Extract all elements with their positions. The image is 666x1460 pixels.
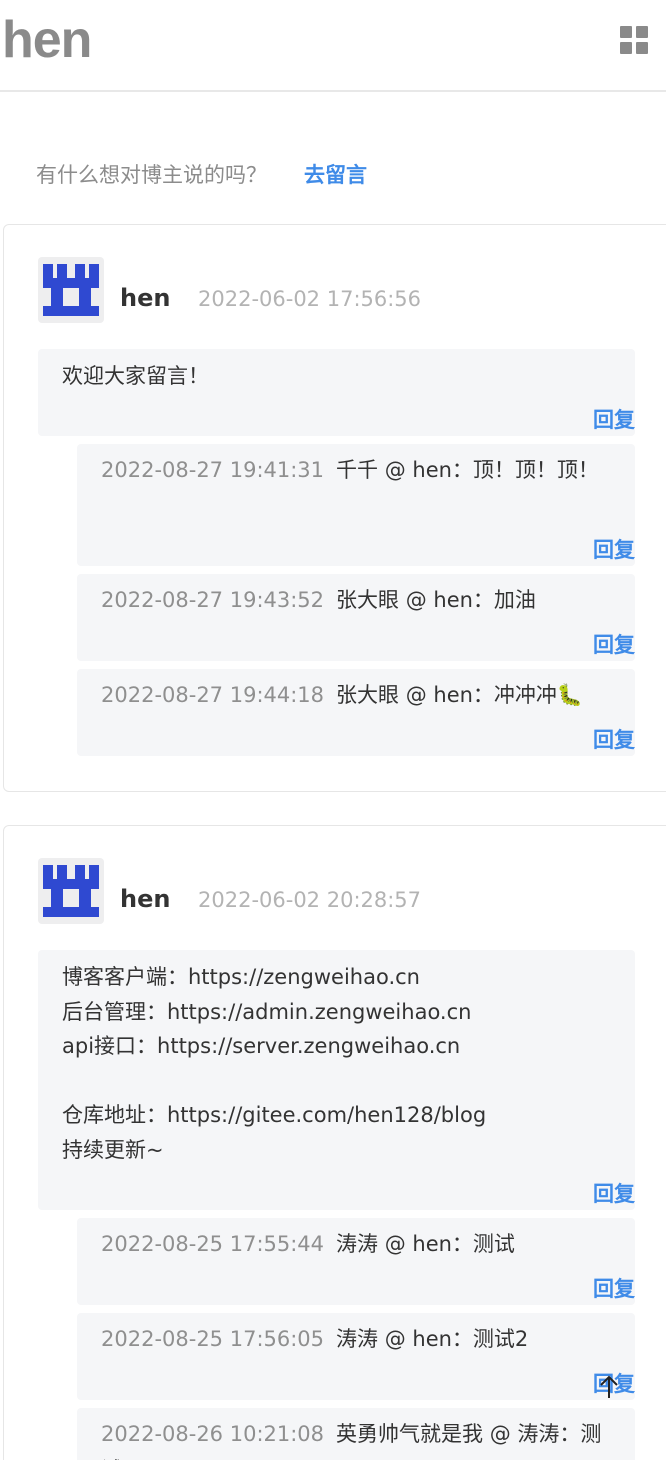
- reply-time: 2022-08-27 19:41:31: [101, 458, 325, 482]
- author-name: hen: [120, 885, 171, 913]
- reply-item: 2022-08-27 19:43:52 张大眼 @ hen：加油 回复: [77, 574, 635, 661]
- message-text: 欢迎大家留言！: [62, 364, 209, 388]
- reply-text: 2022-08-27 19:44:18 张大眼 @ hen：冲冲冲🐛: [101, 677, 621, 713]
- message-text: 博客客户端：https://zengweihao.cn 后台管理：https:/…: [62, 965, 487, 1162]
- grid-menu-icon[interactable]: [620, 26, 650, 56]
- message-prompt: 有什么想对博主说的吗？: [36, 163, 267, 187]
- arrow-up-icon: [600, 1375, 618, 1398]
- reply-content: 涛涛 @ hen：测试: [336, 1232, 515, 1256]
- reply-button[interactable]: 回复: [593, 726, 635, 754]
- avatar-logo-icon: [43, 865, 99, 917]
- reply-item: 2022-08-26 10:21:08英勇帅气就是我 @ 涛涛：测试2: [77, 1408, 635, 1460]
- back-to-top-button[interactable]: [598, 1374, 620, 1400]
- site-logo[interactable]: hen: [2, 10, 92, 70]
- message-card: hen 2022-06-02 20:28:57 博客客户端：https://ze…: [3, 825, 666, 1460]
- reply-time: 2022-08-27 19:43:52: [101, 588, 325, 612]
- reply-time: 2022-08-27 19:44:18: [101, 683, 325, 707]
- reply-button[interactable]: 回复: [593, 1180, 635, 1208]
- reply-button[interactable]: 回复: [593, 536, 635, 564]
- header: hen: [0, 0, 666, 92]
- reply-content: 涛涛 @ hen：测试2: [336, 1327, 529, 1351]
- leave-message-link[interactable]: 去留言: [304, 160, 367, 190]
- message-content: 欢迎大家留言！ 回复: [38, 349, 635, 436]
- reply-time: 2022-08-25 17:56:05: [101, 1327, 325, 1351]
- avatar: [38, 257, 104, 323]
- reply-text: 2022-08-25 17:55:44 涛涛 @ hen：测试: [101, 1226, 621, 1262]
- reply-text: 2022-08-26 10:21:08英勇帅气就是我 @ 涛涛：测试2: [101, 1416, 621, 1460]
- reply-content: 张大眼 @ hen：加油: [336, 588, 536, 612]
- message-content: 博客客户端：https://zengweihao.cn 后台管理：https:/…: [38, 950, 635, 1210]
- reply-content: 千千 @ hen：顶！顶！顶！: [336, 458, 599, 482]
- reply-text: 2022-08-27 19:43:52 张大眼 @ hen：加油: [101, 582, 621, 618]
- message-card: hen 2022-06-02 17:56:56 欢迎大家留言！ 回复 2022-…: [3, 224, 666, 792]
- post-time: 2022-06-02 20:28:57: [198, 888, 422, 912]
- author-name: hen: [120, 284, 171, 312]
- reply-item: 2022-08-27 19:41:31 千千 @ hen：顶！顶！顶！ 回复: [77, 444, 635, 566]
- reply-button[interactable]: 回复: [593, 406, 635, 434]
- avatar: [38, 858, 104, 924]
- reply-item: 2022-08-25 17:56:05 涛涛 @ hen：测试2 回复: [77, 1313, 635, 1400]
- reply-button[interactable]: 回复: [593, 1275, 635, 1303]
- avatar-logo-icon: [43, 264, 99, 316]
- reply-item: 2022-08-27 19:44:18 张大眼 @ hen：冲冲冲🐛 回复: [77, 669, 635, 756]
- reply-time: 2022-08-26 10:21:08: [101, 1422, 325, 1446]
- post-time: 2022-06-02 17:56:56: [198, 287, 422, 311]
- reply-time: 2022-08-25 17:55:44: [101, 1232, 325, 1256]
- reply-text: 2022-08-25 17:56:05 涛涛 @ hen：测试2: [101, 1321, 621, 1357]
- reply-item: 2022-08-25 17:55:44 涛涛 @ hen：测试 回复: [77, 1218, 635, 1305]
- reply-button[interactable]: 回复: [593, 631, 635, 659]
- reply-content: 张大眼 @ hen：冲冲冲🐛: [336, 683, 584, 707]
- reply-text: 2022-08-27 19:41:31 千千 @ hen：顶！顶！顶！: [101, 452, 621, 488]
